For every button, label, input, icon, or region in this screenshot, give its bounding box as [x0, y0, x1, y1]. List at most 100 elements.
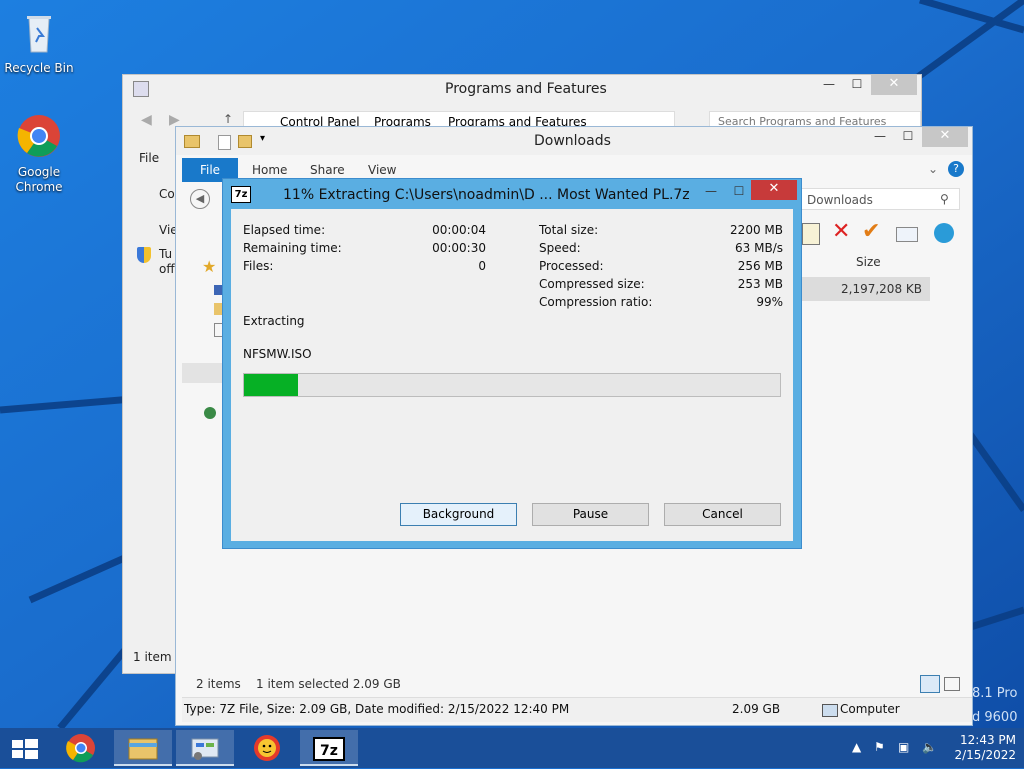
pf-close-button[interactable]: ✕: [871, 75, 917, 95]
column-size-header[interactable]: Size: [856, 255, 881, 269]
ribbon-expand-icon[interactable]: ⌄: [928, 162, 938, 176]
qat-dropdown-icon[interactable]: ▾: [260, 133, 265, 144]
total-size-label: Total size:: [539, 223, 599, 237]
7zip-extract-dialog: 7z 11% Extracting C:\Users\noadmin\D ...…: [222, 178, 802, 549]
back-icon[interactable]: ◀: [141, 112, 152, 128]
cancel-button[interactable]: Cancel: [664, 503, 781, 526]
pf-minimize-button[interactable]: —: [815, 75, 843, 95]
remaining-value: 00:00:30: [432, 241, 486, 255]
shield-icon: [137, 247, 151, 263]
dl-minimize-button[interactable]: —: [866, 127, 894, 147]
compressed-size-value: 253 MB: [737, 277, 783, 291]
watermark-line-1: 8.1 Pro: [972, 686, 1018, 701]
sz-maximize-button[interactable]: ☐: [725, 182, 753, 202]
sz-minimize-button[interactable]: —: [697, 182, 725, 202]
sz-close-button[interactable]: ✕: [751, 180, 797, 200]
pause-button[interactable]: Pause: [532, 503, 649, 526]
taskbar-file-explorer[interactable]: [114, 730, 172, 766]
recycle-bin-label: Recycle Bin: [4, 61, 74, 75]
chrome-icon: [17, 115, 60, 157]
dl-search-input[interactable]: Downloads: [800, 188, 960, 210]
quick-access-star-icon[interactable]: ★: [202, 257, 216, 276]
delete-icon[interactable]: ✕: [832, 219, 850, 244]
help-icon[interactable]: ?: [948, 161, 964, 177]
pf-side-text-4[interactable]: off: [159, 262, 175, 276]
details-file-info: Type: 7Z File, Size: 2.09 GB, Date modif…: [184, 702, 570, 716]
pf-side-text-1: Co: [159, 187, 175, 201]
large-icons-view-icon[interactable]: [944, 677, 960, 691]
taskbar-control-panel[interactable]: [176, 730, 234, 766]
dl-titlebar[interactable]: ▾ Downloads — ☐ ✕: [176, 127, 972, 155]
sun-app-icon: [254, 735, 280, 761]
file-explorer-icon: [128, 738, 158, 760]
pf-title: Programs and Features: [445, 81, 607, 97]
taskbar-7zip[interactable]: 7z: [300, 730, 358, 766]
globe-icon[interactable]: [934, 223, 954, 243]
elapsed-value: 00:00:04: [432, 223, 486, 237]
current-file-name: NFSMW.ISO: [243, 347, 312, 361]
details-view-icon[interactable]: [920, 675, 940, 693]
pf-side-text-3[interactable]: Tu: [159, 247, 172, 261]
network-icon[interactable]: [204, 407, 216, 419]
sz-titlebar[interactable]: 7z 11% Extracting C:\Users\noadmin\D ...…: [223, 179, 801, 209]
new-folder-icon[interactable]: [238, 135, 252, 148]
total-size-value: 2200 MB: [730, 223, 783, 237]
start-icon: [12, 739, 38, 759]
compression-ratio-value: 99%: [756, 295, 783, 309]
computer-icon: [822, 704, 838, 717]
taskbar-sun-app[interactable]: [238, 730, 296, 766]
files-label: Files:: [243, 259, 274, 273]
extract-progress-bar: [243, 373, 781, 397]
tab-view[interactable]: View: [368, 163, 396, 177]
elapsed-label: Elapsed time:: [243, 223, 326, 237]
speed-label: Speed:: [539, 241, 581, 255]
windows-watermark: 8.1 Pro d 9600: [972, 682, 1017, 728]
chrome-icon: [66, 734, 95, 763]
recycle-bin-shortcut[interactable]: Recycle Bin: [1, 8, 77, 75]
processed-label: Processed:: [539, 259, 604, 273]
pf-titlebar[interactable]: Programs and Features — ☐ ✕: [123, 75, 921, 103]
action-center-flag-icon[interactable]: ⚑: [874, 740, 885, 754]
7zip-app-icon: 7z: [231, 186, 251, 203]
recycle-bin-icon: [27, 16, 51, 53]
dl-close-button[interactable]: ✕: [922, 127, 968, 147]
status-selection: 1 item selected 2.09 GB: [256, 677, 401, 691]
search-icon: ⚲: [940, 192, 949, 206]
compressed-size-label: Compressed size:: [539, 277, 645, 291]
properties-icon[interactable]: [218, 135, 231, 150]
rename-icon[interactable]: [896, 227, 918, 242]
background-button[interactable]: Background: [400, 503, 517, 526]
start-button[interactable]: [0, 730, 50, 766]
system-clock[interactable]: 12:43 PM 2/15/2022: [944, 733, 1016, 763]
dl-maximize-button[interactable]: ☐: [894, 127, 922, 147]
dl-title: Downloads: [534, 133, 611, 149]
control-panel-icon: [191, 738, 219, 760]
sz-title: 11% Extracting C:\Users\noadmin\D ... Mo…: [283, 187, 690, 203]
clock-date: 2/15/2022: [954, 748, 1016, 762]
taskbar-chrome[interactable]: [52, 730, 110, 766]
pf-maximize-button[interactable]: ☐: [843, 75, 871, 95]
paste-icon[interactable]: [802, 223, 820, 245]
file-size-cell[interactable]: 2,197,208 KB: [798, 277, 930, 301]
7zip-icon: 7z: [313, 737, 345, 761]
control-panel-icon: [133, 81, 149, 97]
pf-file-menu[interactable]: File: [139, 151, 159, 165]
network-tray-icon[interactable]: ▣: [898, 740, 909, 754]
svg-text:7z: 7z: [320, 743, 338, 759]
dl-back-icon[interactable]: ◀: [190, 189, 210, 209]
volume-muted-icon[interactable]: 🔈: [922, 740, 937, 754]
google-chrome-shortcut[interactable]: Google Chrome: [1, 112, 77, 195]
files-value: 0: [478, 259, 486, 273]
progress-fill: [244, 374, 298, 396]
checkmark-icon[interactable]: ✔: [862, 219, 880, 244]
details-location: Computer: [840, 702, 900, 716]
nav-pane-this-pc[interactable]: [182, 363, 224, 383]
tab-home[interactable]: Home: [252, 163, 287, 177]
tab-share[interactable]: Share: [310, 163, 345, 177]
compression-ratio-label: Compression ratio:: [539, 295, 653, 309]
action-label: Extracting: [243, 314, 305, 328]
up-icon[interactable]: ↑: [223, 112, 233, 126]
clock-time: 12:43 PM: [960, 733, 1016, 747]
taskbar: 7z ▲ ⚑ ▣ 🔈 12:43 PM 2/15/2022: [0, 728, 1024, 768]
show-hidden-icons-icon[interactable]: ▲: [852, 740, 861, 754]
